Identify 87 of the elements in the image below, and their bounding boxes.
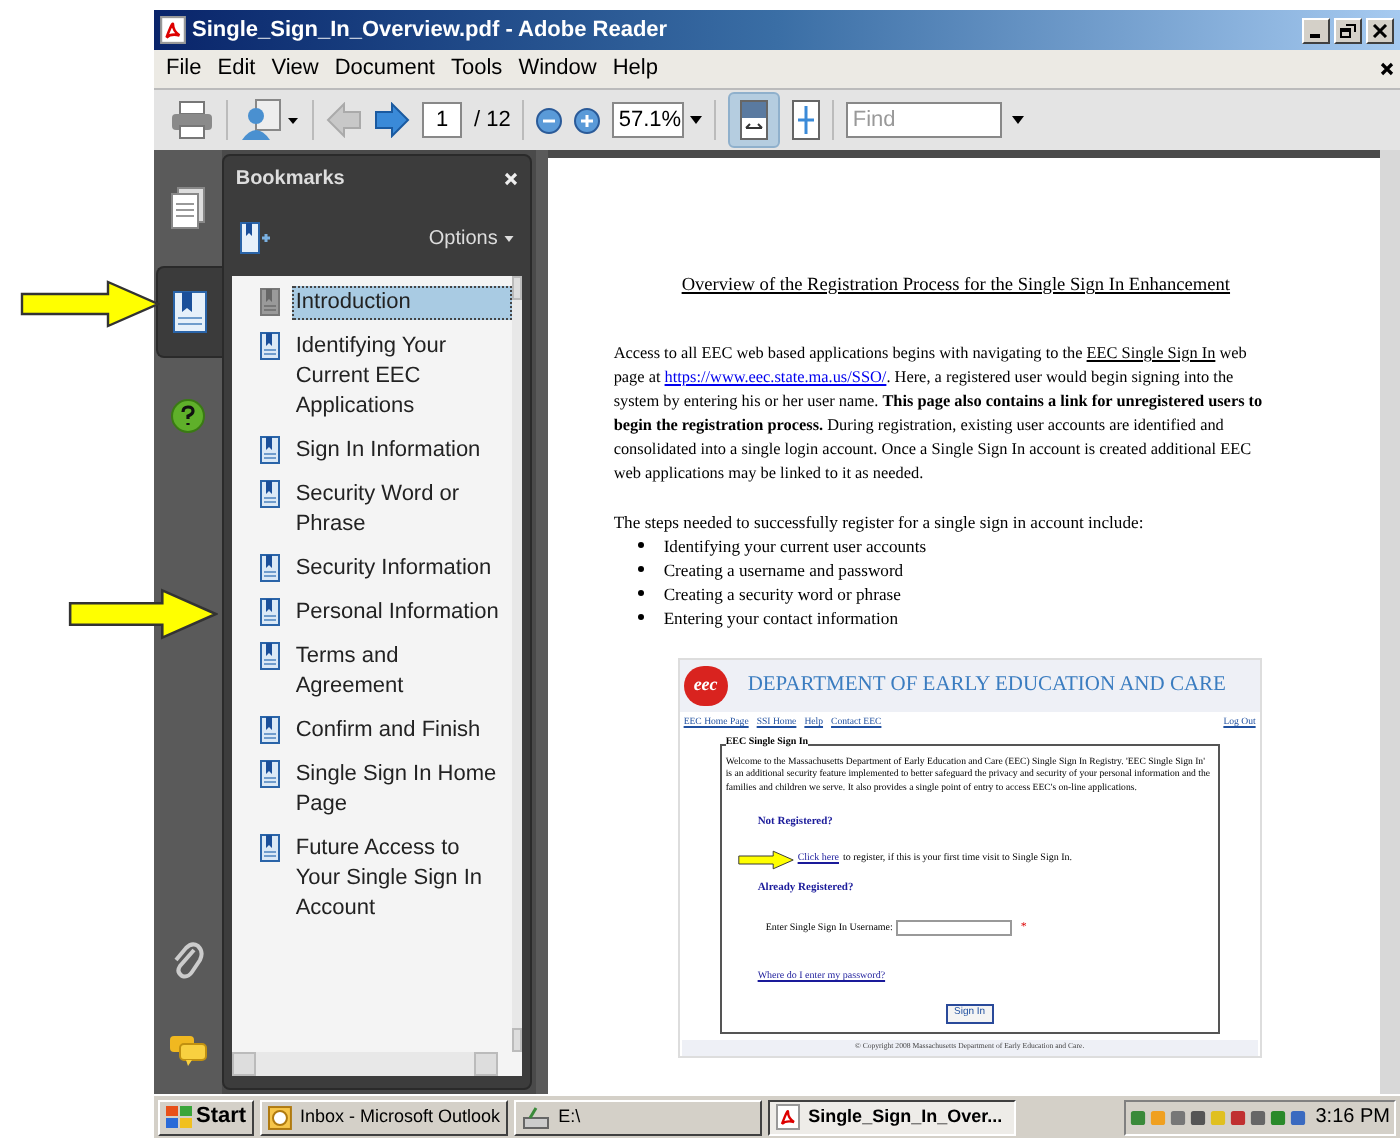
- drive-icon: [522, 1105, 551, 1129]
- menu-item[interactable]: Help: [604, 52, 666, 86]
- clock: 3:16 PM: [1315, 1104, 1390, 1132]
- vertical-scrollbar[interactable]: [511, 276, 522, 1052]
- dropdown-icon[interactable]: [1012, 116, 1025, 124]
- body-paragraph: Access to all EEC web based applications begins with navigating to the EEC Single Sign In web page at https://www.eec.state.ma.us/SSO/. Here, a registered user would begin signing into the system by entering his or her user name. This page also contains a link for unregistered users to begin the registration process. During registration, existing user accounts are identified and consolidated into a single login account. Once a Single Sign In account is created additional EEC web applications may be linked to it as needed.: [613, 341, 1265, 486]
- bookmark-icon: [259, 436, 280, 464]
- bookmark-item[interactable]: Security Word or Phrase: [291, 478, 512, 542]
- step-item: Entering your contact information: [663, 605, 898, 630]
- bullet-icon: [637, 542, 644, 549]
- start-button[interactable]: Start: [158, 1099, 255, 1135]
- fit-width-button[interactable]: [728, 92, 781, 148]
- page-number-field[interactable]: 1: [422, 102, 462, 138]
- bookmark-item[interactable]: Identifying Your Current EEC Applications: [291, 330, 512, 424]
- help-icon: [170, 398, 207, 434]
- zoom-out-icon[interactable]: [536, 107, 563, 133]
- bookmark-icon: [259, 480, 280, 508]
- printer-icon[interactable]: [170, 100, 214, 140]
- horizontal-scrollbar[interactable]: [231, 1052, 498, 1076]
- site-title: DEPARTMENT OF EARLY EDUCATION AND CARE: [747, 672, 1226, 701]
- menu-item[interactable]: Document: [326, 52, 443, 86]
- user-document-icon[interactable]: [240, 98, 300, 142]
- comments-icon[interactable]: [167, 1034, 208, 1066]
- pdf-icon: [776, 1104, 801, 1130]
- step-item: Creating a security word or phrase: [663, 581, 901, 606]
- side-tab[interactable]: [155, 266, 224, 358]
- zoom-in-icon[interactable]: [574, 107, 601, 133]
- pages-icon: [170, 186, 207, 230]
- menu-item[interactable]: Edit: [209, 52, 264, 86]
- clock-icon: [268, 1105, 293, 1129]
- step-item: Creating a username and password: [663, 557, 904, 582]
- bookmark-item[interactable]: Confirm and Finish: [291, 714, 512, 748]
- document-scrollbar[interactable]: [1380, 150, 1400, 1094]
- menu-item[interactable]: File: [158, 52, 210, 86]
- arrow-icon: [20, 280, 160, 328]
- next-page-icon[interactable]: [374, 102, 410, 138]
- steps-intro: The steps needed to successfully register for a single sign in account include:: [613, 509, 1146, 534]
- bookmark-item[interactable]: Introduction: [291, 286, 512, 320]
- close-icon[interactable]: [1380, 62, 1394, 76]
- bookmark-icon: [259, 642, 280, 670]
- site-logo: eec: [683, 665, 728, 706]
- dropdown-icon: [503, 235, 514, 241]
- bookmark-icon: [259, 716, 280, 744]
- taskbar-button[interactable]: E:\: [514, 1099, 763, 1135]
- bullet-icon: [637, 614, 644, 621]
- taskbar-button[interactable]: Single_Sign_In_Over...: [768, 1099, 1017, 1135]
- minimize-button[interactable]: [1302, 17, 1330, 43]
- menu-item[interactable]: Window: [510, 52, 605, 86]
- arrow-icon: [737, 849, 794, 870]
- bookmark-item[interactable]: Personal Information: [291, 596, 512, 630]
- bookmark-item[interactable]: Single Sign In Home Page: [291, 758, 512, 822]
- restore-icon: [1340, 23, 1356, 37]
- bookmark-icon: [172, 290, 209, 334]
- bullet-icon: [637, 566, 644, 573]
- close-button[interactable]: [1366, 17, 1394, 43]
- page-count: / 12: [474, 105, 511, 136]
- options-menu[interactable]: Options: [428, 223, 514, 253]
- panel-title: Bookmarks: [235, 165, 345, 193]
- bookmark-item[interactable]: Future Access to Your Single Sign In Account: [291, 832, 512, 926]
- restore-button[interactable]: [1334, 17, 1362, 43]
- bookmark-item[interactable]: Sign In Information: [291, 434, 512, 468]
- url-link[interactable]: https://www.eec.state.ma.us/SSO/: [664, 367, 887, 386]
- dropdown-icon[interactable]: [690, 116, 703, 124]
- bullet-icon: [637, 590, 644, 597]
- close-icon: [1372, 23, 1388, 37]
- bookmark-item[interactable]: Terms and Agreement: [291, 640, 512, 704]
- taskbar-button[interactable]: Inbox - Microsoft Outlook: [260, 1099, 509, 1135]
- step-item: Identifying your current user accounts: [663, 533, 927, 558]
- username-field[interactable]: [896, 920, 1013, 937]
- document-heading: Overview of the Registration Process for the Single Sign In Enhancement: [681, 274, 1233, 300]
- menu-item[interactable]: View: [263, 52, 327, 86]
- page-width-icon: [740, 100, 769, 140]
- bookmark-icon: [259, 760, 280, 788]
- bookmark-icon: [259, 332, 280, 360]
- fit-page-icon[interactable]: [792, 100, 821, 140]
- bookmark-item[interactable]: Security Information: [291, 552, 512, 586]
- menu-item[interactable]: Tools: [443, 52, 511, 86]
- bookmark-icon: [259, 598, 280, 626]
- pdf-icon: [160, 16, 186, 44]
- arrow-icon: [68, 588, 218, 640]
- new-bookmark-icon[interactable]: [239, 222, 272, 254]
- windows-logo-icon: [166, 1105, 192, 1129]
- window-title: Single_Sign_In_Overview.pdf - Adobe Reader: [192, 15, 668, 46]
- bookmark-icon: [259, 288, 280, 316]
- paperclip-icon[interactable]: [171, 938, 204, 982]
- bookmark-icon: [259, 554, 280, 582]
- bookmark-icon: [259, 834, 280, 862]
